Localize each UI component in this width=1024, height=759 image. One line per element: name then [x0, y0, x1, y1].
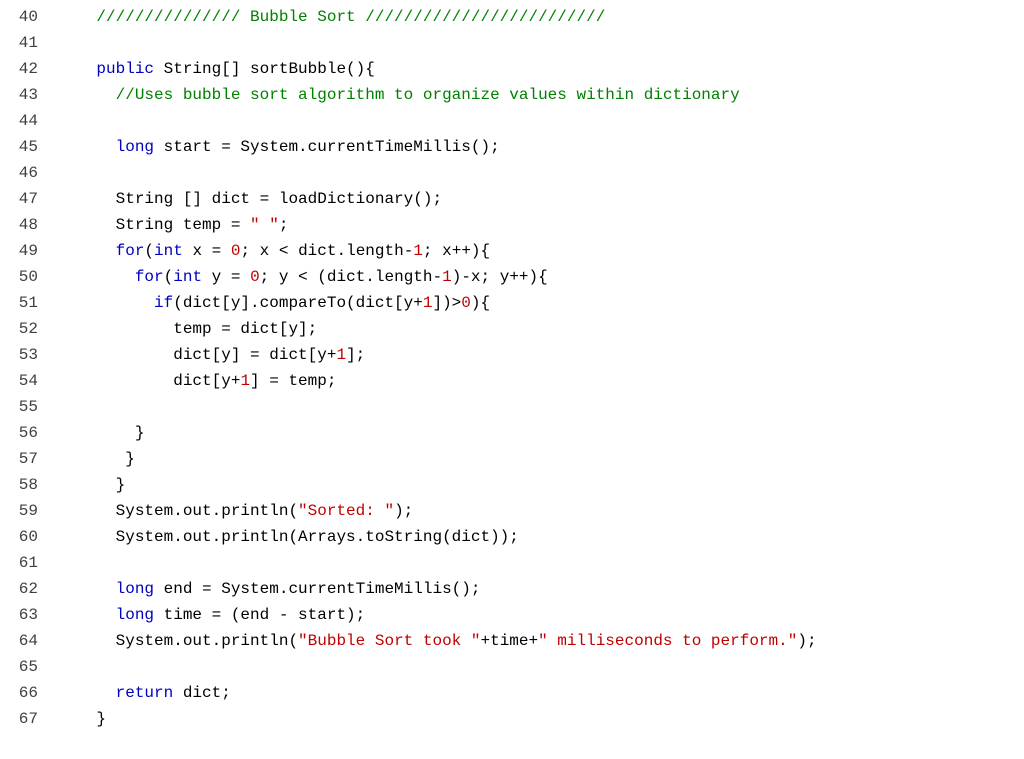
line-number: 40 — [6, 4, 38, 30]
line-number: 63 — [6, 602, 38, 628]
line-number: 47 — [6, 186, 38, 212]
code-line: return dict; — [58, 680, 817, 706]
code-line — [58, 160, 817, 186]
code-line — [58, 654, 817, 680]
line-number: 48 — [6, 212, 38, 238]
code-line — [58, 550, 817, 576]
code-line: /////////////// Bubble Sort ////////////… — [58, 4, 817, 30]
code-line: temp = dict[y]; — [58, 316, 817, 342]
code-line: long start = System.currentTimeMillis(); — [58, 134, 817, 160]
line-number: 51 — [6, 290, 38, 316]
line-number: 54 — [6, 368, 38, 394]
code-line: } — [58, 420, 817, 446]
line-number: 58 — [6, 472, 38, 498]
code-line — [58, 30, 817, 56]
code-line: for(int x = 0; x < dict.length-1; x++){ — [58, 238, 817, 264]
code-line: } — [58, 472, 817, 498]
line-number: 44 — [6, 108, 38, 134]
code-line: System.out.println(Arrays.toString(dict)… — [58, 524, 817, 550]
line-number: 67 — [6, 706, 38, 732]
line-number: 52 — [6, 316, 38, 342]
code-line: String [] dict = loadDictionary(); — [58, 186, 817, 212]
code-line: for(int y = 0; y < (dict.length-1)-x; y+… — [58, 264, 817, 290]
line-number: 49 — [6, 238, 38, 264]
line-number: 62 — [6, 576, 38, 602]
line-number: 66 — [6, 680, 38, 706]
line-number-gutter: 4041424344454647484950515253545556575859… — [0, 0, 50, 736]
line-number: 46 — [6, 160, 38, 186]
code-line: } — [58, 446, 817, 472]
line-number: 59 — [6, 498, 38, 524]
code-line: if(dict[y].compareTo(dict[y+1])>0){ — [58, 290, 817, 316]
code-line: public String[] sortBubble(){ — [58, 56, 817, 82]
line-number: 53 — [6, 342, 38, 368]
line-number: 50 — [6, 264, 38, 290]
line-number: 41 — [6, 30, 38, 56]
code-line: long time = (end - start); — [58, 602, 817, 628]
line-number: 43 — [6, 82, 38, 108]
line-number: 57 — [6, 446, 38, 472]
code-line — [58, 108, 817, 134]
line-number: 64 — [6, 628, 38, 654]
code-line: dict[y+1] = temp; — [58, 368, 817, 394]
code-line: System.out.println("Sorted: "); — [58, 498, 817, 524]
line-number: 42 — [6, 56, 38, 82]
line-number: 56 — [6, 420, 38, 446]
line-number: 55 — [6, 394, 38, 420]
line-number: 45 — [6, 134, 38, 160]
line-number: 65 — [6, 654, 38, 680]
line-number: 61 — [6, 550, 38, 576]
code-line: dict[y] = dict[y+1]; — [58, 342, 817, 368]
code-line: //Uses bubble sort algorithm to organize… — [58, 82, 817, 108]
code-line: String temp = " "; — [58, 212, 817, 238]
line-number: 60 — [6, 524, 38, 550]
code-line: long end = System.currentTimeMillis(); — [58, 576, 817, 602]
code-line: } — [58, 706, 817, 732]
code-line: System.out.println("Bubble Sort took "+t… — [58, 628, 817, 654]
code-content: /////////////// Bubble Sort ////////////… — [50, 0, 825, 736]
code-line — [58, 394, 817, 420]
code-editor: 4041424344454647484950515253545556575859… — [0, 0, 1024, 736]
